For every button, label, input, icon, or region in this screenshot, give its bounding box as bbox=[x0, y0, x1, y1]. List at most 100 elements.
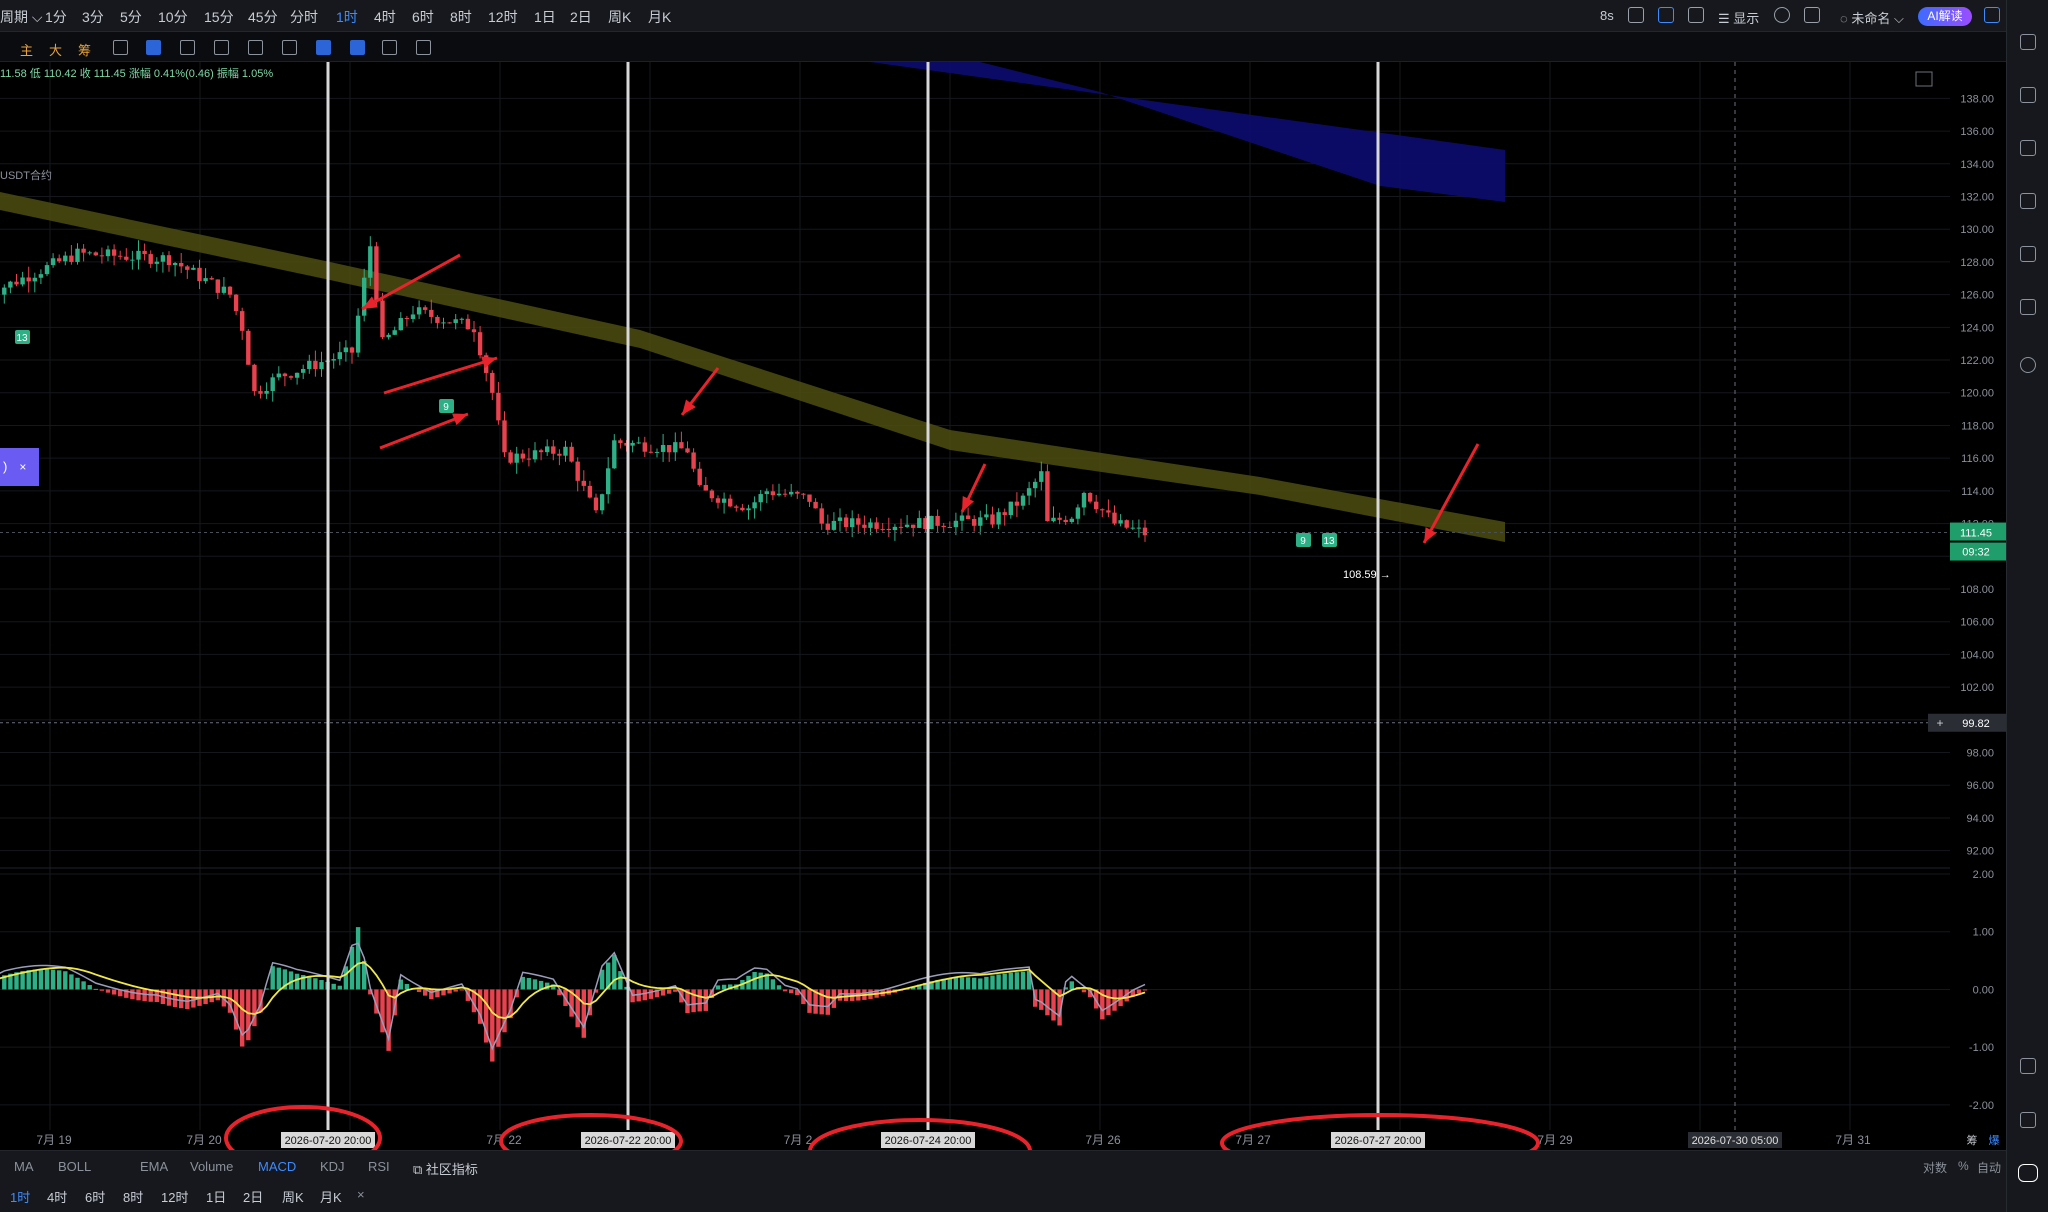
timeframe-8[interactable]: 4时 bbox=[374, 7, 396, 27]
timeframe-9[interactable]: 6时 bbox=[412, 7, 434, 27]
bottom-timeframe-1[interactable]: 4时 bbox=[47, 1187, 67, 1206]
candle-body bbox=[1063, 519, 1068, 523]
timeframe-13[interactable]: 2日 bbox=[570, 7, 592, 27]
bottom-timeframe-8[interactable]: 月K bbox=[320, 1187, 342, 1206]
community-indicators[interactable]: ⧉ 社区指标 bbox=[413, 1159, 478, 1178]
fullscreen-icon bbox=[1915, 71, 1933, 87]
timeframe-0[interactable]: 1分 bbox=[45, 7, 67, 27]
timeframe-7[interactable]: 1时 bbox=[336, 7, 358, 27]
pen-icon[interactable] bbox=[1658, 7, 1674, 23]
candle-body bbox=[868, 522, 873, 528]
macd-bar bbox=[331, 983, 336, 990]
candle-body bbox=[294, 372, 300, 378]
indicator-kdj[interactable]: KDJ bbox=[320, 1159, 345, 1174]
macd-bar bbox=[575, 989, 580, 1028]
candle-body bbox=[886, 528, 891, 531]
bottom-timeframe-3[interactable]: 8时 bbox=[123, 1187, 143, 1206]
timeframe-10[interactable]: 8时 bbox=[450, 7, 472, 27]
news-icon[interactable] bbox=[2020, 246, 2036, 262]
macd-bar bbox=[441, 989, 446, 996]
candle-body bbox=[1100, 509, 1105, 511]
log-scale-toggle[interactable]: 对数 bbox=[1923, 1159, 1947, 1176]
candle-body bbox=[508, 452, 513, 463]
price-chart[interactable]: 1399 13108.59 → 138.00136.00134.00132.001… bbox=[0, 62, 2006, 1150]
main-indicator-toggle[interactable]: 主 bbox=[20, 40, 33, 59]
layers-icon[interactable] bbox=[382, 40, 397, 55]
auto-scale-toggle[interactable]: 自动 bbox=[1977, 1159, 2001, 1176]
timeframe-15[interactable]: 月K bbox=[648, 7, 671, 27]
indicator-boll[interactable]: BOLL bbox=[58, 1159, 91, 1174]
chart-type-icon[interactable] bbox=[2020, 140, 2036, 156]
camera-icon[interactable] bbox=[1628, 7, 1644, 23]
alert-tag-close-icon[interactable]: × bbox=[19, 460, 26, 474]
candle-body bbox=[57, 258, 62, 262]
ai-analysis-button[interactable]: AI解读 bbox=[1918, 7, 1972, 26]
watchlist-icon[interactable] bbox=[2020, 87, 2036, 103]
candle-body bbox=[593, 497, 599, 511]
candle-body bbox=[935, 515, 940, 526]
indicator-rsi[interactable]: RSI bbox=[368, 1159, 390, 1174]
bottom-timeframe-2[interactable]: 6时 bbox=[85, 1187, 105, 1206]
timeframe-4[interactable]: 15分 bbox=[204, 7, 234, 27]
indicator-ema[interactable]: EMA bbox=[140, 1159, 168, 1174]
draw-line-icon[interactable] bbox=[146, 40, 161, 55]
assistant-icon[interactable] bbox=[2018, 1164, 2038, 1182]
candle-body bbox=[154, 261, 159, 264]
bottom-timeframe-5[interactable]: 1日 bbox=[206, 1187, 226, 1206]
candle-body bbox=[1020, 495, 1026, 506]
settings-icon[interactable] bbox=[1774, 7, 1790, 23]
data-icon[interactable] bbox=[2020, 193, 2036, 209]
ohlc-readout: 11.58 低 110.42 收 111.45 涨幅 0.41%(0.46) 振… bbox=[0, 68, 274, 80]
bottom-timeframe-0[interactable]: 1时 bbox=[10, 1187, 30, 1206]
timeframe-12[interactable]: 1日 bbox=[534, 7, 556, 27]
ruler-icon[interactable] bbox=[113, 40, 128, 55]
timeframe-2[interactable]: 5分 bbox=[120, 7, 142, 27]
candle-body bbox=[404, 318, 410, 320]
indicator-ma[interactable]: MA bbox=[14, 1159, 34, 1174]
timeframe-11[interactable]: 12时 bbox=[488, 7, 518, 27]
display-menu[interactable]: ☰ 显示 bbox=[1718, 8, 1759, 27]
price-tick: 96.00 bbox=[1966, 780, 1994, 792]
bottom-timeframe-6[interactable]: 2日 bbox=[243, 1187, 263, 1206]
eye-icon[interactable] bbox=[316, 40, 331, 55]
community-icon[interactable] bbox=[2020, 357, 2036, 373]
bottom-timeframe-7[interactable]: 周K bbox=[282, 1187, 304, 1206]
percent-toggle[interactable]: % bbox=[1958, 1159, 1969, 1173]
timeframe-5[interactable]: 45分 bbox=[248, 7, 278, 27]
current-price-value: 111.45 bbox=[1960, 528, 1992, 540]
timeframe-6[interactable]: 分时 bbox=[290, 7, 318, 27]
indicator-macd[interactable]: MACD bbox=[258, 1159, 296, 1174]
template-icon[interactable] bbox=[282, 40, 297, 55]
crosshair-icon[interactable] bbox=[1804, 7, 1820, 23]
layout-name-selector[interactable]: ◌ 未命名 ⌵ bbox=[1840, 8, 1904, 27]
candle-body bbox=[191, 267, 196, 270]
lock-icon[interactable] bbox=[214, 40, 229, 55]
filter-icon[interactable] bbox=[350, 40, 365, 55]
macd-bar bbox=[319, 980, 324, 990]
macd-bar bbox=[179, 989, 184, 1009]
layout-icon[interactable] bbox=[2020, 1058, 2036, 1074]
candle-body bbox=[471, 329, 477, 333]
copy-icon[interactable] bbox=[248, 40, 263, 55]
candle-body bbox=[1026, 488, 1032, 496]
trend-icon[interactable] bbox=[1984, 7, 2000, 23]
orderbook-icon[interactable] bbox=[2020, 34, 2036, 50]
headset-icon[interactable] bbox=[2020, 1112, 2036, 1128]
magnet-icon[interactable] bbox=[180, 40, 195, 55]
timeframe-close-icon[interactable]: × bbox=[357, 1187, 365, 1202]
alert-tag[interactable]: ) × bbox=[0, 448, 39, 486]
big-order-toggle[interactable]: 大 bbox=[49, 40, 62, 59]
candle-body bbox=[374, 246, 379, 301]
bottom-timeframe-4[interactable]: 12时 bbox=[161, 1187, 188, 1206]
robot-icon[interactable] bbox=[2020, 299, 2036, 315]
candle-body bbox=[1045, 471, 1050, 522]
expand-icon[interactable] bbox=[1688, 7, 1704, 23]
candle-body bbox=[63, 255, 68, 262]
indicator-volume[interactable]: Volume bbox=[190, 1159, 233, 1174]
timeframe-14[interactable]: 周K bbox=[608, 7, 631, 27]
timeframe-1[interactable]: 3分 bbox=[82, 7, 104, 27]
timeframe-3[interactable]: 10分 bbox=[158, 7, 188, 27]
trash-icon[interactable] bbox=[416, 40, 431, 55]
period-selector[interactable]: 周期 ⌵ bbox=[0, 7, 43, 27]
chip-toggle[interactable]: 筹 bbox=[78, 40, 91, 59]
